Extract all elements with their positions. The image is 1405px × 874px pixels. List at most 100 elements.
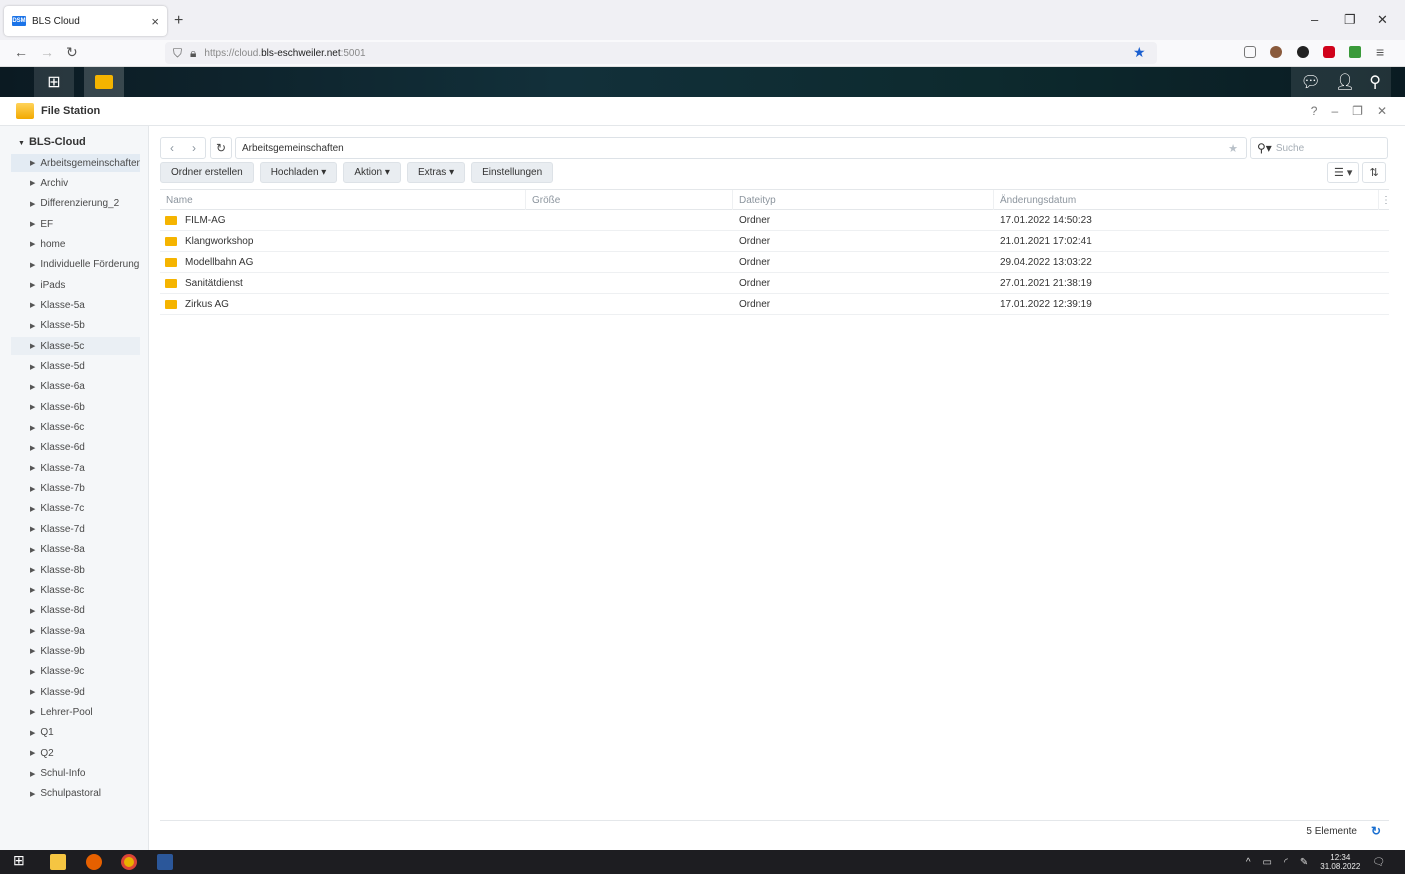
forward-icon[interactable]: › [192,141,196,155]
reload-icon[interactable]: ↻ [66,44,78,61]
column-name[interactable]: Name [160,190,526,210]
windows-start-icon[interactable]: ⊞ [13,852,29,868]
user-icon[interactable]: 👤︎ [1335,72,1355,92]
chevron-up-icon[interactable]: ^ [1246,857,1251,868]
tree-item[interactable]: ▶ Archiv [11,174,140,192]
action-button[interactable]: Aktion ▾ [343,162,401,183]
table-row[interactable]: Sanitätdienst Ordner 27.01.2021 21:38:19 [160,273,1389,294]
tree-item[interactable]: ▶ Klasse-5b [11,317,140,335]
table-row[interactable]: FILM-AG Ordner 17.01.2022 14:50:23 [160,210,1389,231]
extras-button[interactable]: Extras ▾ [406,162,466,183]
tree-root[interactable]: ▼ BLS-Cloud [18,136,86,148]
search-input[interactable]: ⚲▾ Suche [1250,137,1388,159]
search-icon[interactable]: ⚲ [1369,72,1381,92]
create-folder-button[interactable]: Ordner erstellen [160,162,254,183]
minimize-icon[interactable]: – [1311,12,1318,27]
table-row[interactable]: Modellbahn AG Ordner 29.04.2022 13:03:22 [160,252,1389,273]
help-icon[interactable]: ? [1311,104,1318,118]
upload-button[interactable]: Hochladen ▾ [259,162,338,183]
maximize-icon[interactable]: ❐ [1352,104,1363,118]
notifications-icon[interactable]: 💬︎ [1301,72,1321,92]
back-icon[interactable]: ‹ [170,141,174,155]
close-window-icon[interactable]: ✕ [1377,12,1388,28]
extension-icon[interactable] [1270,46,1282,58]
table-row[interactable]: Klangworkshop Ordner 21.01.2021 17:02:41 [160,231,1389,252]
tree-item[interactable]: ▶ Klasse-5c [11,337,140,356]
bookmark-star-icon[interactable]: ★ [1133,44,1146,61]
wifi-icon[interactable]: ◜ [1284,857,1288,868]
column-size[interactable]: Größe [526,190,733,210]
back-icon[interactable]: ← [14,44,28,60]
clock[interactable]: 12:34 31.08.2022 [1320,853,1360,871]
tree-item[interactable]: ▶ Schul-Info [11,765,140,783]
tree-item[interactable]: ▶ home [11,235,140,253]
tree-item[interactable]: ▶ Klasse-9c [11,663,140,681]
tree-item[interactable]: ▶ Klasse-6b [11,398,140,416]
close-icon[interactable]: ✕ [1377,104,1387,118]
firefox-icon[interactable] [86,854,102,870]
collapsed-triangle-icon: ▶ [30,343,36,351]
tree-item[interactable]: ▶ Klasse-7c [11,500,140,518]
app-window-header: File Station ? – ❐ ✕ [0,97,1405,126]
tree-item-label: Archiv [40,177,69,189]
system-tray: ^ ▭ ◜ ✎ 12:34 31.08.2022 🗨︎ [1246,853,1385,871]
tree-item[interactable]: ▶ Schulpastoral [11,785,140,803]
tree-item[interactable]: ▶ Lehrer-Pool [11,703,140,721]
main-menu-icon[interactable]: ⊞ [34,67,74,97]
column-options-icon[interactable]: ⋮ [1379,190,1391,210]
pocket-icon[interactable] [1244,46,1256,58]
tree-item[interactable]: ▶ Klasse-5a [11,296,140,314]
tree-item[interactable]: ▶ Q2 [11,744,140,762]
tree-item[interactable]: ▶ Klasse-9a [11,622,140,640]
tab-close-icon[interactable]: × [151,14,159,29]
file-table-header: Name Größe Dateityp Änderungsdatum ⋮ [160,189,1391,210]
refresh-icon[interactable]: ↻ [1371,824,1381,838]
tree-item[interactable]: ▶ Klasse-7d [11,520,140,538]
tree-item[interactable]: ▶ Q1 [11,724,140,742]
tree-item[interactable]: ▶ Klasse-9d [11,683,140,701]
url-bar[interactable]: ⛉ 🔒︎ https://cloud. bls-eschweiler.net :… [165,42,1157,64]
tree-item[interactable]: ▶ Klasse-8b [11,561,140,579]
notification-center-icon[interactable]: 🗨︎ [1372,857,1385,868]
battery-icon[interactable]: ▭ [1263,857,1272,868]
tree-item[interactable]: ▶ Klasse-6d [11,439,140,457]
word-icon[interactable] [157,854,173,870]
tree-item[interactable]: ▶ EF [11,215,140,233]
search-icon[interactable]: ⚲▾ [1257,141,1272,155]
tree-item[interactable]: ▶ iPads [11,276,140,294]
favorite-star-icon[interactable]: ★ [1228,142,1238,155]
restore-icon[interactable]: ❐ [1344,12,1356,28]
tree-item[interactable]: ▶ Individuelle Förderung [11,256,140,274]
tree-item[interactable]: ▶ Klasse-7a [11,459,140,477]
tree-item[interactable]: ▶ Klasse-7b [11,480,140,498]
chrome-icon[interactable] [121,854,137,870]
tree-item[interactable]: ▶ Klasse-6a [11,378,140,396]
tree-item[interactable]: ▶ Klasse-8a [11,541,140,559]
minimize-icon[interactable]: – [1331,104,1338,118]
browser-tab[interactable]: DSM BLS Cloud × [4,6,167,36]
table-row[interactable]: Zirkus AG Ordner 17.01.2022 12:39:19 [160,294,1389,315]
list-view-button[interactable]: ☰ ▾ [1327,162,1360,183]
refresh-icon[interactable]: ↻ [210,137,232,159]
extension-icon[interactable] [1297,46,1309,58]
extension-icon[interactable] [1349,46,1361,58]
tree-item[interactable]: ▶ Differenzierung_2 [11,195,140,213]
ublock-icon[interactable] [1323,46,1335,58]
tree-item[interactable]: ▶ Klasse-9b [11,642,140,660]
tree-item[interactable]: ▶ Klasse-8d [11,602,140,620]
path-input[interactable]: Arbeitsgemeinschaften ★ [235,137,1247,159]
sort-button[interactable]: ⇅ [1362,162,1386,183]
file-explorer-icon[interactable] [50,854,66,870]
menu-icon[interactable]: ≡ [1376,44,1384,60]
file-station-taskbar-icon[interactable] [84,67,124,97]
tree-item[interactable]: ▶ Klasse-6c [11,419,140,437]
settings-button[interactable]: Einstellungen [471,162,554,183]
tree-item[interactable]: ▶ Arbeitsgemeinschaften [11,154,140,172]
forward-icon[interactable]: → [40,44,54,60]
new-tab-icon[interactable]: + [174,12,183,30]
column-date[interactable]: Änderungsdatum [994,190,1379,210]
tree-item[interactable]: ▶ Klasse-8c [11,581,140,599]
tree-item[interactable]: ▶ Klasse-5d [11,358,140,376]
column-type[interactable]: Dateityp [733,190,994,210]
pen-icon[interactable]: ✎ [1300,857,1308,868]
